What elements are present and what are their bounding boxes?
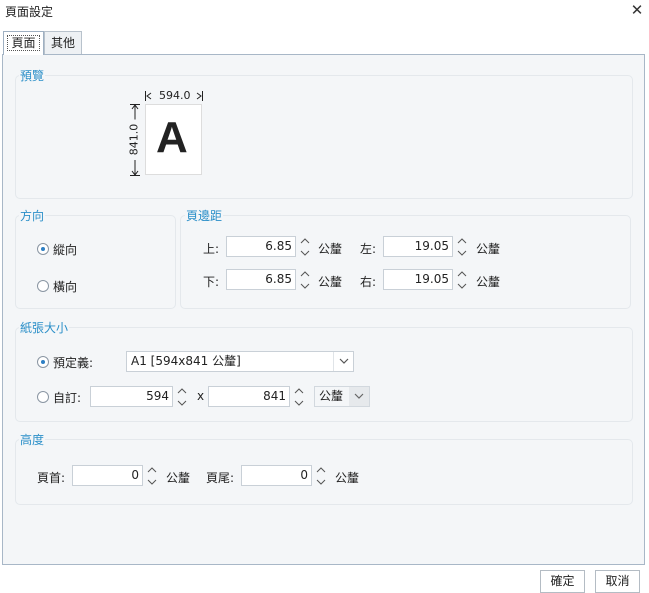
chevron-down-icon[interactable]: [144, 479, 160, 489]
margin-top-input[interactable]: 6.85: [226, 236, 296, 257]
margin-left-input[interactable]: 19.05: [383, 236, 453, 257]
height-label: 841.0: [127, 119, 141, 160]
footer-height-input[interactable]: 0: [241, 465, 312, 486]
margin-top-stepper[interactable]: [297, 236, 313, 257]
unit-select-value: 公釐: [319, 389, 344, 403]
chevron-down-icon[interactable]: [174, 400, 190, 410]
chevron-up-icon[interactable]: [313, 467, 329, 477]
chevron-down-icon[interactable]: [313, 479, 329, 489]
preview-group-title: 預覽: [19, 67, 46, 84]
chevron-up-icon[interactable]: [297, 238, 313, 248]
ok-button[interactable]: 確定: [540, 570, 585, 593]
margin-right-label: 右:: [360, 275, 377, 289]
chevron-down-icon[interactable]: [333, 352, 353, 371]
chevron-up-icon[interactable]: [144, 467, 160, 477]
preview-letter: A: [156, 113, 188, 162]
margin-left-unit: 公釐: [476, 242, 501, 256]
tab-other-label: 其他: [50, 36, 75, 50]
landscape-radio[interactable]: [37, 280, 49, 292]
times-label: x: [197, 389, 205, 403]
width-label: 594.0: [158, 89, 192, 102]
close-icon[interactable]: ✕: [629, 1, 645, 19]
margin-right-stepper[interactable]: [454, 269, 470, 290]
margin-left-label: 左:: [360, 242, 377, 256]
orientation-group-title: 方向: [19, 207, 46, 224]
portrait-radio[interactable]: [37, 243, 49, 255]
footer-height-unit: 公釐: [335, 471, 360, 485]
predefined-radio[interactable]: [37, 356, 49, 368]
predefined-label[interactable]: 預定義:: [53, 354, 93, 371]
paper-size-select[interactable]: A1 [594x841 公釐]: [126, 351, 354, 372]
chevron-down-icon[interactable]: [349, 387, 369, 406]
chevron-up-icon[interactable]: [454, 271, 470, 281]
chevron-down-icon[interactable]: [454, 250, 470, 260]
dialog-title: 頁面設定: [5, 5, 54, 19]
margins-group-title: 頁邊距: [185, 207, 224, 224]
margin-bottom-unit: 公釐: [318, 275, 343, 289]
tab-page[interactable]: 頁面: [3, 31, 44, 55]
chevron-down-icon[interactable]: [454, 283, 470, 293]
portrait-label[interactable]: 縱向: [53, 241, 77, 258]
header-height-input[interactable]: 0: [72, 465, 143, 486]
margin-right-input[interactable]: 19.05: [383, 269, 453, 290]
custom-radio[interactable]: [37, 391, 49, 403]
margin-bottom-input[interactable]: 6.85: [226, 269, 296, 290]
tab-page-label: 頁面: [7, 35, 40, 51]
paper-size-value: A1 [594x841 公釐]: [131, 354, 241, 368]
margin-top-label: 上:: [203, 242, 220, 256]
paper-size-group: [15, 327, 633, 422]
chevron-down-icon[interactable]: [297, 283, 313, 293]
header-height-label: 頁首:: [37, 471, 66, 485]
header-height-unit: 公釐: [166, 471, 191, 485]
footer-height-stepper[interactable]: [313, 465, 329, 486]
orientation-group: [15, 215, 176, 309]
custom-width-stepper[interactable]: [174, 386, 190, 407]
landscape-label[interactable]: 橫向: [53, 278, 77, 295]
paper-size-group-title: 紙張大小: [19, 319, 70, 336]
chevron-up-icon[interactable]: [291, 388, 307, 398]
margin-left-stepper[interactable]: [454, 236, 470, 257]
chevron-up-icon[interactable]: [297, 271, 313, 281]
header-height-stepper[interactable]: [144, 465, 160, 486]
custom-width-input[interactable]: 594: [90, 386, 173, 407]
height-group-title: 高度: [19, 431, 46, 448]
margin-bottom-stepper[interactable]: [297, 269, 313, 290]
margin-right-unit: 公釐: [476, 275, 501, 289]
chevron-down-icon[interactable]: [291, 400, 307, 410]
footer-height-label: 頁尾:: [206, 471, 235, 485]
preview-group: [15, 75, 633, 199]
custom-height-stepper[interactable]: [291, 386, 307, 407]
margins-group: [180, 215, 631, 309]
custom-label[interactable]: 自訂:: [53, 389, 81, 406]
custom-height-input[interactable]: 841: [208, 386, 290, 407]
chevron-up-icon[interactable]: [174, 388, 190, 398]
chevron-up-icon[interactable]: [454, 238, 470, 248]
margin-top-unit: 公釐: [318, 242, 343, 256]
cancel-button[interactable]: 取消: [595, 570, 640, 593]
tab-other[interactable]: 其他: [44, 31, 82, 54]
chevron-down-icon[interactable]: [297, 250, 313, 260]
margin-bottom-label: 下:: [203, 275, 220, 289]
